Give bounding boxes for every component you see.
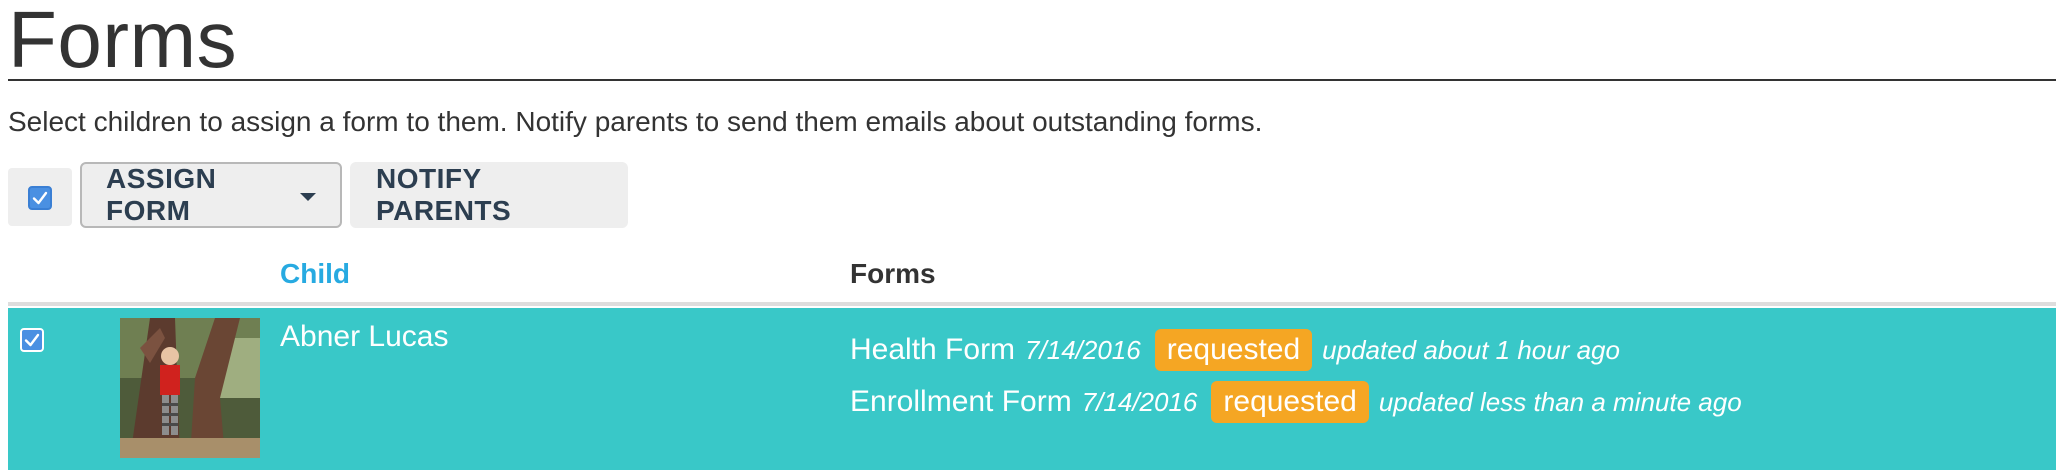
table-header: Child Forms: [8, 250, 2056, 306]
checkmark-icon: [24, 333, 40, 347]
caret-down-icon: [300, 193, 316, 201]
form-name[interactable]: Health Form: [850, 333, 1015, 367]
form-updated-text: updated about 1 hour ago: [1322, 334, 1620, 365]
child-photo: [120, 318, 260, 458]
status-badge: requested: [1211, 381, 1369, 423]
select-all-checkbox[interactable]: [28, 186, 52, 210]
form-name[interactable]: Enrollment Form: [850, 385, 1072, 419]
assign-form-label: ASSIGN FORM: [106, 163, 217, 226]
form-date: 7/14/2016: [1081, 386, 1198, 417]
page-title: Forms: [8, 0, 238, 84]
page-description: Select children to assign a form to them…: [8, 106, 1263, 137]
form-entry: Health Form 7/14/2016 requested updated …: [850, 328, 1620, 372]
child-avatar: [120, 318, 260, 458]
select-all-checkbox-container[interactable]: [8, 168, 72, 226]
column-header-forms: Forms: [850, 258, 936, 289]
assign-form-button[interactable]: ASSIGN FORM: [80, 162, 342, 228]
notify-parents-label: NOTIFY PARENTS: [376, 163, 512, 226]
checkmark-icon: [32, 191, 48, 205]
row-select-checkbox[interactable]: [20, 328, 44, 352]
forms-page: Forms Select children to assign a form t…: [0, 0, 2056, 470]
status-badge: requested: [1154, 329, 1313, 371]
column-header-child[interactable]: Child: [280, 258, 350, 290]
form-date: 7/14/2016: [1025, 334, 1141, 365]
title-divider: [8, 79, 2056, 81]
child-name[interactable]: Abner Lucas: [280, 320, 448, 354]
notify-parents-button[interactable]: NOTIFY PARENTS: [350, 162, 628, 228]
form-entry: Enrollment Form 7/14/2016 requested upda…: [850, 380, 1742, 424]
form-updated-text: updated less than a minute ago: [1378, 386, 1742, 417]
table-row[interactable]: Abner Lucas Health Form 7/14/2016 reques…: [8, 308, 2056, 470]
